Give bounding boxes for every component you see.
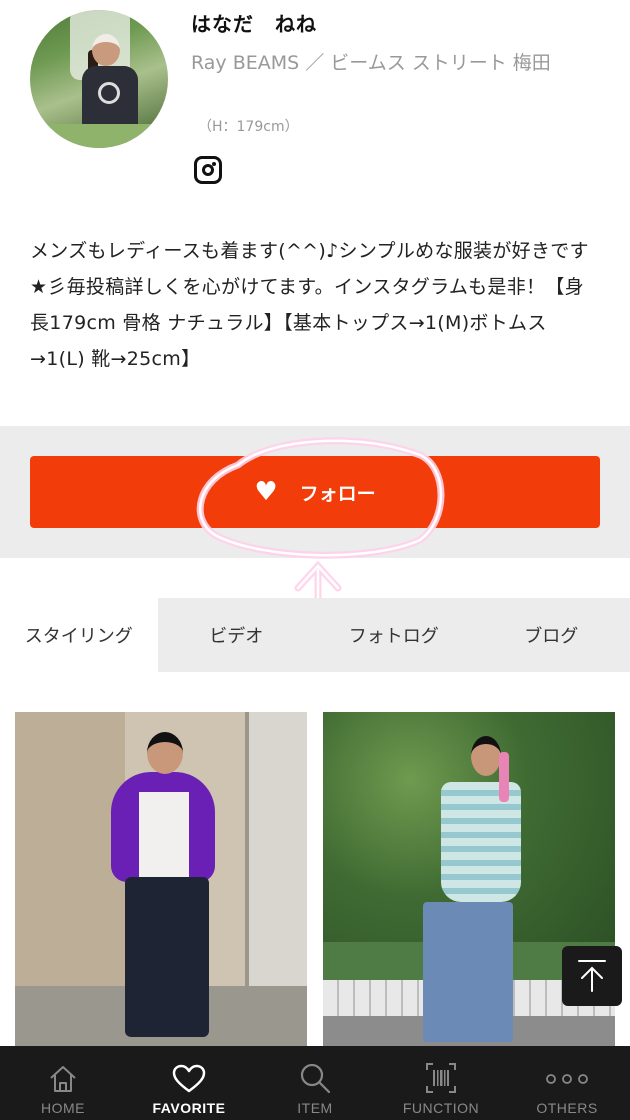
nav-home-label: HOME <box>41 1100 85 1116</box>
photo-face <box>147 732 183 774</box>
height-label: （H：179cm） <box>198 119 299 135</box>
photo-tee <box>139 792 189 882</box>
profile-header: はなだ ねね Ray BEAMS ／ ビームス ストリート 梅田 （H：179c… <box>0 0 630 426</box>
barcode-icon <box>426 1063 456 1093</box>
home-icon <box>50 1066 76 1092</box>
heart-icon: ♥ <box>254 477 278 507</box>
tab-styling[interactable]: スタイリング <box>0 598 158 672</box>
avatar[interactable] <box>30 10 168 148</box>
follow-label: フォロー <box>299 482 376 505</box>
nav-favorite[interactable]: FAVORITE <box>126 1046 252 1120</box>
nav-others-label: OTHERS <box>536 1100 598 1116</box>
avatar-shirt-print <box>98 82 120 104</box>
nav-item[interactable]: ITEM <box>252 1046 378 1120</box>
photo-jeans <box>423 902 513 1042</box>
nav-function[interactable]: FUNCTION <box>378 1046 504 1120</box>
content-tabs: スタイリング ビデオ フォトログ ブログ <box>0 598 630 672</box>
search-icon <box>300 1063 331 1094</box>
avatar-ground <box>30 124 168 148</box>
photo-pants <box>125 877 209 1037</box>
styling-photo[interactable] <box>15 712 307 1046</box>
shop-name[interactable]: Ray BEAMS ／ ビームス ストリート 梅田 <box>191 48 591 79</box>
nav-home[interactable]: HOME <box>0 1046 126 1120</box>
tab-photolog[interactable]: フォトログ <box>315 598 473 672</box>
heart-icon <box>172 1064 206 1093</box>
avatar-head <box>92 34 120 66</box>
photo-face <box>471 736 501 776</box>
tab-video[interactable]: ビデオ <box>158 598 316 672</box>
nav-others[interactable]: OTHERS <box>504 1046 630 1120</box>
scroll-to-top-button[interactable] <box>562 946 622 1006</box>
nav-function-label: FUNCTION <box>402 1100 480 1116</box>
profile-bio: メンズもレディースも着ます(^^)♪シンプルめな服装が好きです★彡毎投稿詳しくを… <box>30 240 589 370</box>
profile-name: はなだ ねね <box>191 12 317 36</box>
follow-button[interactable]: ♥ フォロー <box>30 456 600 528</box>
photo-pink-hair <box>499 752 509 802</box>
nav-item-label: ITEM <box>297 1100 333 1116</box>
instagram-icon[interactable] <box>194 156 222 184</box>
arrow-up-icon <box>578 960 606 992</box>
more-icon <box>546 1074 588 1084</box>
photo-knit-top <box>441 782 521 902</box>
tab-blog[interactable]: ブログ <box>473 598 630 672</box>
bottom-nav: HOME FAVORITE ITEM FUNCTION OTHERS <box>0 1046 630 1120</box>
nav-favorite-label: FAVORITE <box>152 1100 226 1116</box>
